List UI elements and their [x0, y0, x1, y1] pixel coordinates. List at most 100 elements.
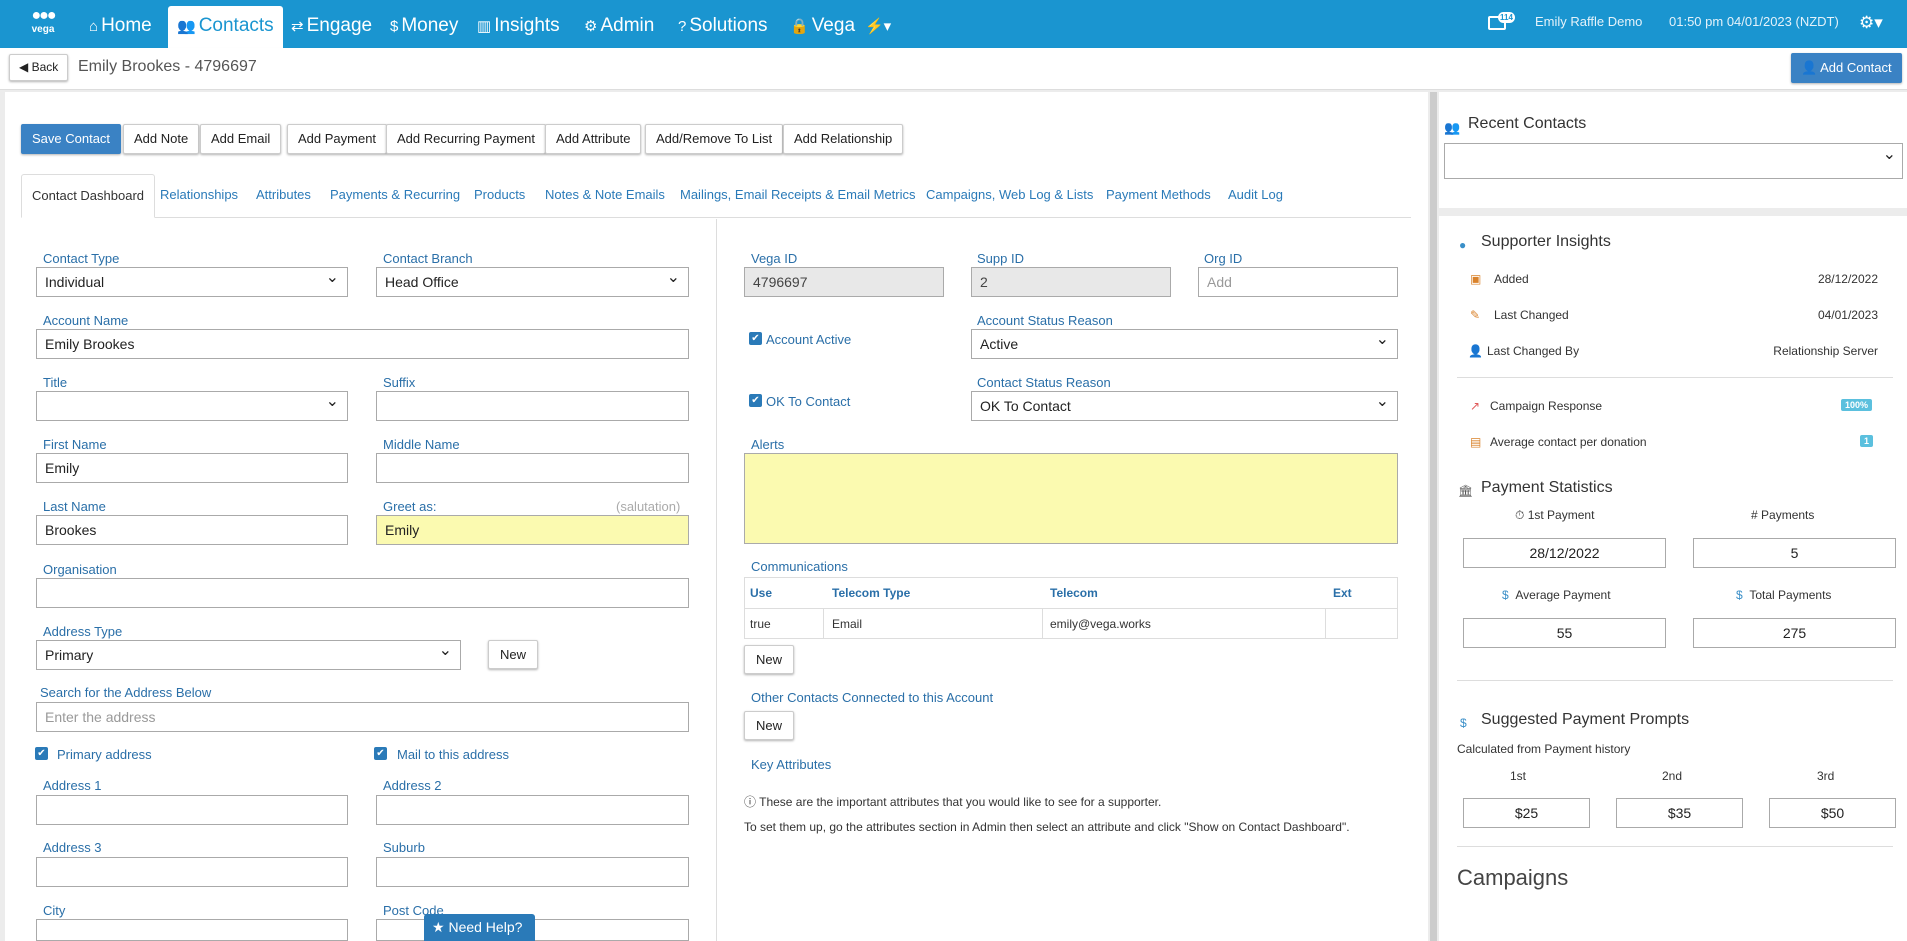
new-address-button[interactable]: New [488, 640, 539, 669]
recent-contacts-select[interactable] [1444, 143, 1903, 179]
organisation-field[interactable] [36, 578, 689, 608]
campaigns-title: Campaigns [1457, 865, 1569, 890]
add-relationship-button[interactable]: Add Relationship [783, 124, 904, 154]
back-button[interactable]: ◀ Back [9, 54, 69, 81]
tab-attributes[interactable]: Attributes [256, 174, 311, 218]
edit-icon: ✎ [1470, 308, 1481, 322]
tab-contact-dashboard[interactable]: Contact Dashboard [21, 174, 156, 218]
alerts-textarea[interactable] [744, 453, 1398, 544]
title-select[interactable] [36, 391, 348, 421]
last-name-field[interactable]: Brookes [36, 515, 348, 545]
add-email-button[interactable]: Add Email [200, 124, 282, 154]
account-status-select[interactable]: Active [971, 329, 1398, 359]
money-icon: ▤ [1470, 435, 1482, 449]
address2-label: Address 2 [383, 778, 442, 793]
arrow-left-icon: ◀ [19, 60, 32, 74]
tab-relationships[interactable]: Relationships [160, 174, 238, 218]
search-address-label: Search for the Address Below [40, 685, 212, 700]
settings-menu-icon[interactable]: ⚙▾ [1859, 13, 1883, 33]
user-name[interactable]: Emily Raffle Demo [1535, 14, 1642, 29]
tab-products[interactable]: Products [474, 174, 525, 218]
tab-mailings[interactable]: Mailings, Email Receipts & Email Metrics [680, 174, 916, 218]
new-communication-button[interactable]: New [744, 645, 795, 674]
last-changed-value: 04/01/2023 [1817, 308, 1878, 322]
key-attributes-help: To set them up, go the attributes sectio… [744, 820, 1350, 834]
last-name-label: Last Name [43, 499, 106, 514]
primary-address-checkbox[interactable]: ✔ [35, 747, 48, 760]
tab-notes[interactable]: Notes & Note Emails [545, 174, 665, 218]
address1-field[interactable] [36, 795, 348, 825]
title-label: Title [43, 375, 68, 390]
greet-as-field[interactable]: Emily [376, 515, 689, 545]
dollar-icon: $ [390, 18, 399, 35]
save-contact-button[interactable]: Save Contact [21, 124, 122, 154]
add-attribute-button[interactable]: Add Attribute [545, 124, 642, 154]
address-type-select[interactable]: Primary [36, 640, 461, 670]
nav-admin[interactable]: ⚙ Admin [584, 6, 654, 48]
nav-solutions[interactable]: ? Solutions [678, 6, 768, 48]
add-remove-list-button[interactable]: Add/Remove To List [645, 124, 784, 154]
last-changed-by-label: Last Changed By [1487, 344, 1580, 358]
tab-campaigns-weblog[interactable]: Campaigns, Web Log & Lists [926, 174, 1093, 218]
search-address-input[interactable]: Enter the address [36, 702, 689, 732]
mail-to-address-checkbox[interactable]: ✔ [374, 747, 387, 760]
suffix-field[interactable] [376, 391, 689, 421]
city-field[interactable] [36, 919, 348, 941]
org-id-label: Org ID [1204, 251, 1243, 266]
suffix-label: Suffix [383, 375, 416, 390]
add-recurring-payment-button[interactable]: Add Recurring Payment [386, 124, 547, 154]
contact-status-select[interactable]: OK To Contact [971, 391, 1398, 421]
first-payment-label: ⏱ 1st Payment [1515, 508, 1595, 522]
num-payments-label: # Payments [1751, 508, 1815, 522]
last-changed-by-value: Relationship Server [1773, 344, 1878, 358]
prompt-value-1: $25 [1463, 798, 1590, 828]
campaign-response-label: Campaign Response [1490, 399, 1603, 413]
nav-engage[interactable]: ⇄ Engage [291, 6, 372, 48]
communications-label: Communications [751, 559, 848, 574]
add-payment-button[interactable]: Add Payment [287, 124, 388, 154]
tab-audit-log[interactable]: Audit Log [1228, 174, 1283, 218]
nav-vega[interactable]: 🔒 Vega [790, 6, 855, 48]
prompt-label-1: 1st [1510, 769, 1527, 783]
tab-payments-recurring[interactable]: Payments & Recurring [330, 174, 460, 218]
alerts-label: Alerts [751, 437, 785, 452]
last-changed-label: Last Changed [1494, 308, 1569, 322]
need-help-button[interactable]: ★ Need Help? [424, 914, 535, 941]
account-active-checkbox[interactable]: ✔ [749, 332, 762, 345]
first-name-field[interactable]: Emily [36, 453, 348, 483]
avg-contact-badge: 1 [1860, 435, 1874, 447]
account-name-field[interactable]: Emily Brookes [36, 329, 689, 359]
col-telecom: Telecom [1050, 586, 1098, 600]
tab-payment-methods[interactable]: Payment Methods [1106, 174, 1211, 218]
middle-name-field[interactable] [376, 453, 689, 483]
cell-telecom-type[interactable]: Email [832, 617, 862, 631]
first-name-label: First Name [43, 437, 107, 452]
avg-contact-label: Average contact per donation [1490, 435, 1647, 449]
add-note-button[interactable]: Add Note [123, 124, 200, 154]
new-other-contact-button[interactable]: New [744, 711, 795, 740]
mail-count-badge: 114 [1498, 12, 1515, 23]
contact-branch-select[interactable]: Head Office [376, 267, 689, 297]
add-contact-button[interactable]: 👤 Add Contact [1791, 53, 1902, 83]
vega-logo[interactable]: ●●● vega [26, 8, 60, 42]
user-icon: 👤 [1468, 344, 1483, 358]
ok-to-contact-checkbox[interactable]: ✔ [749, 394, 762, 407]
page-title: Emily Brookes - 4796697 [78, 58, 257, 75]
col-use: Use [750, 586, 773, 600]
nav-money[interactable]: $ Money [390, 6, 458, 48]
nav-quick-menu[interactable]: ⚡▾ [865, 6, 894, 48]
nav-home[interactable]: ⌂ Home [89, 6, 152, 48]
cell-use[interactable]: true [750, 617, 771, 631]
num-payments-value: 5 [1693, 538, 1896, 568]
organisation-label: Organisation [43, 562, 117, 577]
nav-contacts[interactable]: 👥 Contacts [168, 6, 283, 48]
contact-type-select[interactable]: Individual [36, 267, 348, 297]
address3-field[interactable] [36, 857, 348, 887]
org-id-field[interactable]: Add [1198, 267, 1398, 297]
prompt-value-2: $35 [1616, 798, 1743, 828]
address2-field[interactable] [376, 795, 689, 825]
nav-insights[interactable]: ▥ Insights [477, 6, 560, 48]
suburb-field[interactable] [376, 857, 689, 887]
added-label: Added [1494, 272, 1529, 286]
cell-telecom[interactable]: emily@vega.works [1050, 617, 1151, 631]
